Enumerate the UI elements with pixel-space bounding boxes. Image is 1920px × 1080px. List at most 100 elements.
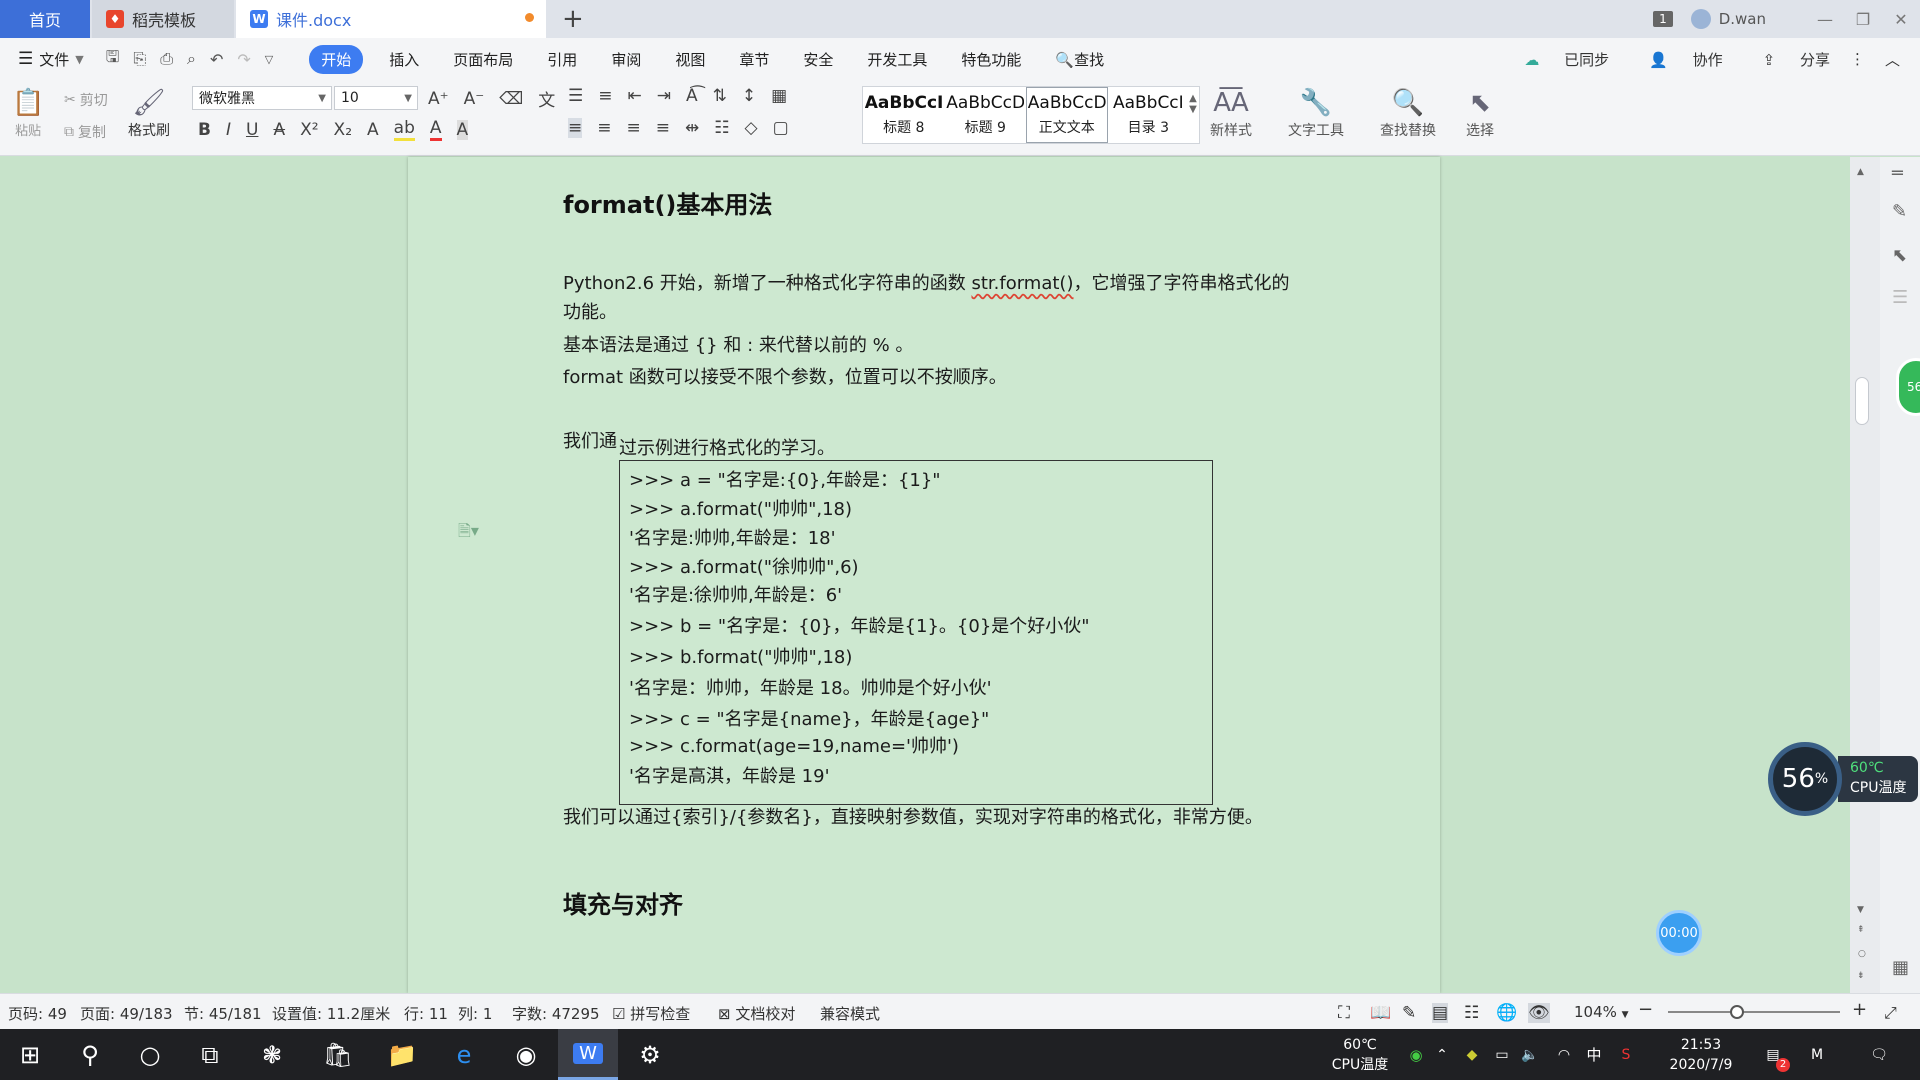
grid-icon[interactable]: ▦ xyxy=(1892,957,1909,978)
chrome-icon[interactable]: ◉ xyxy=(496,1029,556,1080)
sliders-icon[interactable]: ☰ xyxy=(1892,287,1908,308)
status-row[interactable]: 行: 11 xyxy=(404,1003,448,1024)
new-tab-button[interactable]: + xyxy=(562,4,584,34)
store-icon[interactable]: 🛍 xyxy=(308,1029,368,1080)
tray-expand-icon[interactable]: ⌃ xyxy=(1432,1029,1452,1080)
web-view-icon[interactable]: 🌐 xyxy=(1496,1003,1517,1023)
gallery-scroll-icon[interactable]: ▲ ▼ xyxy=(1189,87,1199,143)
tray-cpu-temp[interactable]: 60℃ CPU温度 xyxy=(1320,1029,1400,1080)
borders-icon[interactable]: ▢ xyxy=(773,118,789,138)
ime-indicator[interactable]: 中 xyxy=(1582,1029,1606,1080)
style-toc-3[interactable]: AaBbCcI 目录 3 xyxy=(1108,87,1190,143)
zoom-slider-knob[interactable] xyxy=(1729,1005,1744,1019)
menu-tab-section[interactable]: 章节 xyxy=(739,49,769,70)
justify-icon[interactable]: ≡ xyxy=(656,118,670,138)
table-icon[interactable]: ▦ xyxy=(771,86,787,106)
text-tools-button[interactable]: 🔧 文字工具 xyxy=(1288,86,1344,140)
eye-protect-icon[interactable]: 👁 xyxy=(1528,1003,1550,1023)
menu-tab-developer[interactable]: 开发工具 xyxy=(867,49,927,70)
print-preview-icon[interactable]: ⌕ xyxy=(187,49,196,69)
cpu-monitor-widget[interactable]: 60℃ CPU温度 56% xyxy=(1768,742,1918,816)
wps-writer-task-icon[interactable]: W xyxy=(558,1029,618,1080)
scroll-thumb[interactable] xyxy=(1855,377,1869,425)
subscript-icon[interactable]: X₂ xyxy=(334,120,352,140)
align-left-icon[interactable]: ≡ xyxy=(568,118,583,138)
menu-tab-features[interactable]: 特色功能 xyxy=(961,49,1021,70)
search-command[interactable]: 🔍查找 xyxy=(1055,49,1104,70)
paragraph-handle-icon[interactable]: 🗎▾ xyxy=(458,520,479,547)
zoom-level-select[interactable]: 104% ▼ xyxy=(1574,1003,1629,1021)
format-painter-button[interactable]: 🖌 格式刷 xyxy=(128,86,170,140)
collab-button[interactable]: 👤 协作 xyxy=(1629,49,1722,70)
menu-tab-view[interactable]: 视图 xyxy=(675,49,705,70)
redo-icon[interactable]: ↷ xyxy=(237,50,250,69)
undo-icon[interactable]: ↶ xyxy=(210,50,223,69)
menu-tab-home[interactable]: 开始 xyxy=(309,44,364,74)
sogou-ime-icon[interactable]: S xyxy=(1614,1029,1638,1080)
search-icon[interactable]: ⚲ xyxy=(60,1029,120,1080)
file-explorer-icon[interactable]: 📁 xyxy=(372,1029,432,1080)
share-button[interactable]: ⇪ 分享 xyxy=(1743,49,1830,70)
menu-tab-insert[interactable]: 插入 xyxy=(389,49,419,70)
char-shading-icon[interactable]: A xyxy=(456,119,469,140)
user-account[interactable]: D.wan xyxy=(1690,9,1766,29)
action-center-icon[interactable]: 🗨 xyxy=(1862,1029,1896,1080)
output-pdf-icon[interactable]: ⎘ xyxy=(133,49,146,69)
scroll-up-icon[interactable]: ▲ xyxy=(1857,167,1864,177)
tray-app-icon[interactable]: ◉ xyxy=(1406,1029,1426,1080)
select-browse-icon[interactable]: ○ xyxy=(1858,949,1866,959)
font-size-select[interactable]: 10 ▼ xyxy=(334,86,418,110)
status-words[interactable]: 字数: 47295 xyxy=(512,1003,600,1024)
line-spacing-icon[interactable]: ↕ xyxy=(742,86,756,106)
document-canvas[interactable]: format()基本用法 Python2.6 开始，新增了一种格式化字符串的函数… xyxy=(0,157,1850,993)
collapse-ribbon-icon[interactable]: ︿ xyxy=(1885,49,1900,70)
customize-arrow-icon[interactable]: ▽ xyxy=(265,53,273,66)
outline-view-icon[interactable]: ☷ xyxy=(1464,1003,1479,1023)
status-col[interactable]: 列: 1 xyxy=(458,1003,492,1024)
file-menu[interactable]: ☰ 文件 ▼ xyxy=(18,49,84,70)
app-swirl-icon[interactable]: ❃ xyxy=(242,1029,302,1080)
shrink-font-icon[interactable]: A⁻ xyxy=(464,89,485,109)
zoom-in-button[interactable]: + xyxy=(1852,999,1867,1020)
tray-shield-icon[interactable]: ◆ xyxy=(1462,1029,1482,1080)
chinese-layout-icon[interactable]: A͡ xyxy=(686,86,698,106)
pen-icon[interactable]: ✎ xyxy=(1892,201,1907,222)
highlight-icon[interactable]: ab xyxy=(393,118,415,141)
distribute-icon[interactable]: ⇹ xyxy=(685,118,699,138)
spacing-icon[interactable]: ☷ xyxy=(714,118,729,138)
strikethrough-icon[interactable]: A xyxy=(273,120,285,140)
menu-tab-security[interactable]: 安全 xyxy=(803,49,833,70)
vertical-scrollbar[interactable]: ▲ ▼ ⇞ ○ ⇟ xyxy=(1850,157,1880,993)
status-page-code[interactable]: 页码: 49 xyxy=(8,1003,67,1024)
tab-home[interactable]: 首页 xyxy=(0,0,90,38)
zoom-slider[interactable] xyxy=(1668,1005,1840,1019)
align-right-icon[interactable]: ≡ xyxy=(627,118,641,138)
grow-font-icon[interactable]: A⁺ xyxy=(428,89,449,109)
save-icon[interactable]: 🖫 xyxy=(106,46,120,73)
decrease-indent-icon[interactable]: ⇤ xyxy=(628,86,642,106)
document-page[interactable]: format()基本用法 Python2.6 开始，新增了一种格式化字符串的函数… xyxy=(408,157,1440,993)
menu-tab-references[interactable]: 引用 xyxy=(547,49,577,70)
pointer-icon[interactable]: ⬉ xyxy=(1892,245,1907,266)
zoom-out-button[interactable]: − xyxy=(1638,999,1653,1020)
bold-icon[interactable]: B xyxy=(198,120,211,140)
sync-status[interactable]: ☁ 已同步 xyxy=(1504,49,1609,70)
font-name-select[interactable]: 微软雅黑 ▼ xyxy=(192,86,332,110)
increase-indent-icon[interactable]: ⇥ xyxy=(657,86,671,106)
mail-icon[interactable]: M xyxy=(1800,1029,1834,1080)
numbered-list-icon[interactable]: ≡ xyxy=(598,86,612,106)
scroll-down-icon[interactable]: ▼ xyxy=(1857,905,1864,915)
align-center-icon[interactable]: ≡ xyxy=(597,118,611,138)
status-pages[interactable]: 页面: 49/183 xyxy=(80,1003,173,1024)
notification-app-icon[interactable]: ▤ 2 xyxy=(1756,1029,1790,1080)
start-windows-icon[interactable]: ⊞ xyxy=(0,1029,60,1080)
volume-icon[interactable]: 🔈 xyxy=(1518,1029,1542,1080)
menu-tab-review[interactable]: 审阅 xyxy=(611,49,641,70)
timer-bubble[interactable]: 00:00 xyxy=(1656,910,1702,956)
style-heading-9[interactable]: AaBbCcD 标题 9 xyxy=(945,87,1027,143)
settings-gear-icon[interactable]: ⚙ xyxy=(620,1029,680,1080)
read-mode-icon[interactable]: 📖 xyxy=(1370,1003,1391,1023)
status-section[interactable]: 节: 45/181 xyxy=(184,1003,262,1024)
window-count-badge[interactable]: 1 xyxy=(1653,11,1673,27)
status-setting[interactable]: 设置值: 11.2厘米 xyxy=(272,1003,390,1024)
